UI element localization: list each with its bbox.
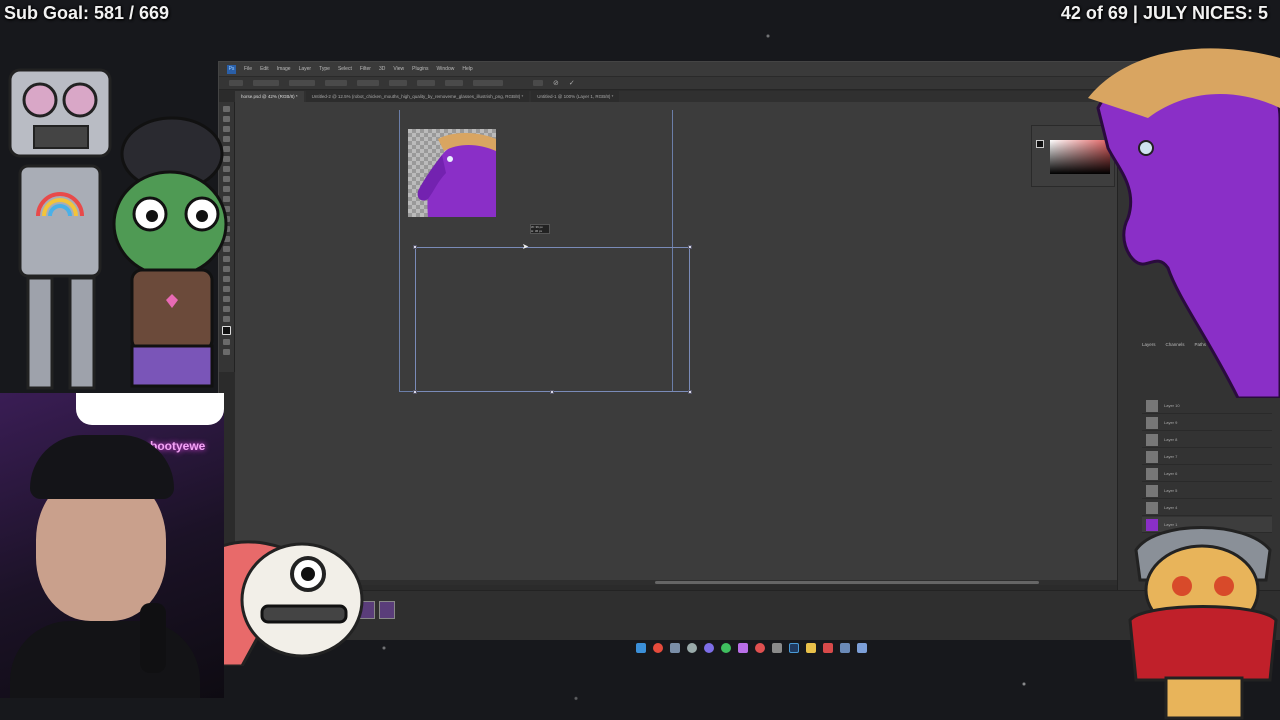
warp-icon[interactable] xyxy=(533,80,543,86)
layer-row[interactable]: Layer 7 xyxy=(1142,449,1272,465)
x-position-field[interactable] xyxy=(253,80,279,86)
menu-filter[interactable]: Filter xyxy=(360,66,371,72)
skew-h-field[interactable] xyxy=(417,80,435,86)
menu-view[interactable]: View xyxy=(393,66,404,72)
layer-row[interactable]: Layer 10 xyxy=(1142,398,1272,414)
scrollbar-thumb[interactable] xyxy=(655,581,1039,584)
layer-thumbnail xyxy=(1146,433,1158,446)
terminal-icon[interactable] xyxy=(772,643,782,653)
commit-transform-icon[interactable]: ✓ xyxy=(569,79,575,87)
transform-bounding-box[interactable] xyxy=(413,245,692,394)
tab-untitled-2[interactable]: Untitled-2 @ 12.5% (robot_chicken_mouths… xyxy=(305,91,530,102)
webcam-banner xyxy=(76,393,224,425)
tab-horse-psd[interactable]: horse.psd @ 42% (RGB/8) * xyxy=(235,91,304,102)
chrome-icon[interactable] xyxy=(653,643,663,653)
layer-name: Layer 9 xyxy=(1164,420,1178,425)
layer-row[interactable]: Layer 8 xyxy=(1142,432,1272,448)
spotify-icon[interactable] xyxy=(721,643,731,653)
streamer-cap xyxy=(30,435,174,499)
width-field[interactable] xyxy=(325,80,347,86)
canvas-area[interactable]: W: 36 px H: 36 px ➤ xyxy=(235,102,1117,582)
transform-size-tooltip: W: 36 px H: 36 px xyxy=(530,224,550,234)
skew-v-field[interactable] xyxy=(445,80,463,86)
height-field[interactable] xyxy=(357,80,379,86)
purple-horse-illustration xyxy=(1088,48,1280,398)
frog-mascot-illustration xyxy=(112,116,228,388)
layer-row[interactable]: Layer 5 xyxy=(1142,483,1272,499)
menu-help[interactable]: Help xyxy=(462,66,472,72)
nices-counter: 42 of 69 | JULY NICES: 5 xyxy=(1060,3,1268,23)
menu-file[interactable]: File xyxy=(244,66,252,72)
owl-mascot-illustration xyxy=(1128,526,1278,720)
browser-icon[interactable] xyxy=(823,643,833,653)
photoshop-icon[interactable] xyxy=(789,643,799,653)
transform-handle-bottom-right[interactable] xyxy=(688,390,692,394)
taskbar xyxy=(636,641,867,655)
sub-goal-counter: Sub Goal: 581 / 669 xyxy=(4,3,170,23)
explorer-icon[interactable] xyxy=(806,643,816,653)
interpolation-select[interactable] xyxy=(473,80,503,86)
layer-row[interactable]: Layer 9 xyxy=(1142,415,1272,431)
timeline-frame[interactable] xyxy=(379,601,395,619)
menu-layer[interactable]: Layer xyxy=(299,66,312,72)
transform-handle-bottom-center[interactable] xyxy=(550,390,554,394)
record-icon[interactable] xyxy=(755,643,765,653)
menu-image[interactable]: Image xyxy=(277,66,291,72)
menu-window[interactable]: Window xyxy=(437,66,455,72)
mouse-cursor-icon: ➤ xyxy=(522,242,529,251)
layer-name: Layer 5 xyxy=(1164,488,1178,493)
layer-name: Layer 10 xyxy=(1164,403,1180,408)
layer-thumbnail xyxy=(1146,416,1158,429)
webcam-feed: bootyewe xyxy=(0,393,224,698)
menu-plugins[interactable]: Plugins xyxy=(412,66,428,72)
discord-icon[interactable] xyxy=(704,643,714,653)
transform-handle-top-right[interactable] xyxy=(688,245,692,249)
horizontal-scrollbar[interactable] xyxy=(235,580,1117,585)
color-swatch[interactable] xyxy=(1036,140,1044,148)
mail-icon[interactable] xyxy=(840,643,850,653)
layer-thumbnail xyxy=(1146,467,1158,480)
layer-thumbnail xyxy=(1146,450,1158,463)
microphone-icon xyxy=(140,603,166,673)
y-position-field[interactable] xyxy=(289,80,315,86)
extra-icon[interactable] xyxy=(857,643,867,653)
cancel-transform-icon[interactable]: ⊘ xyxy=(553,79,559,87)
menu-3d[interactable]: 3D xyxy=(379,66,385,72)
photoshop-logo-icon: Ps xyxy=(227,64,236,74)
layer-name: Layer 7 xyxy=(1164,454,1178,459)
layer-row[interactable]: Layer 6 xyxy=(1142,466,1272,482)
menu-type[interactable]: Type xyxy=(319,66,330,72)
rotate-field[interactable] xyxy=(389,80,407,86)
layer-name: Layer 6 xyxy=(1164,471,1178,476)
menu-select[interactable]: Select xyxy=(338,66,352,72)
menu-edit[interactable]: Edit xyxy=(260,66,269,72)
layer-thumbnail xyxy=(1146,484,1158,497)
tool-preset-picker[interactable] xyxy=(229,80,243,86)
layer-name: Layer 8 xyxy=(1164,437,1178,442)
tab-untitled-1[interactable]: Untitled-1 @ 100% (Layer 1, RGB/8) * xyxy=(531,91,620,102)
steam-icon[interactable] xyxy=(670,643,680,653)
windows-icon[interactable] xyxy=(636,643,646,653)
tooltip-height: H: 36 px xyxy=(531,229,543,233)
layer-thumbnail xyxy=(1146,399,1158,412)
streamer-body xyxy=(10,621,200,698)
horse-head-illustration xyxy=(417,133,496,217)
obs-icon[interactable] xyxy=(738,643,748,653)
transform-handle-top-left[interactable] xyxy=(413,245,417,249)
screaming-blob-illustration xyxy=(222,540,364,666)
settings-icon[interactable] xyxy=(687,643,697,653)
transform-handle-bottom-left[interactable] xyxy=(413,390,417,394)
timeline-panel xyxy=(235,590,1280,640)
horse-thumbnail-image[interactable] xyxy=(408,129,496,217)
